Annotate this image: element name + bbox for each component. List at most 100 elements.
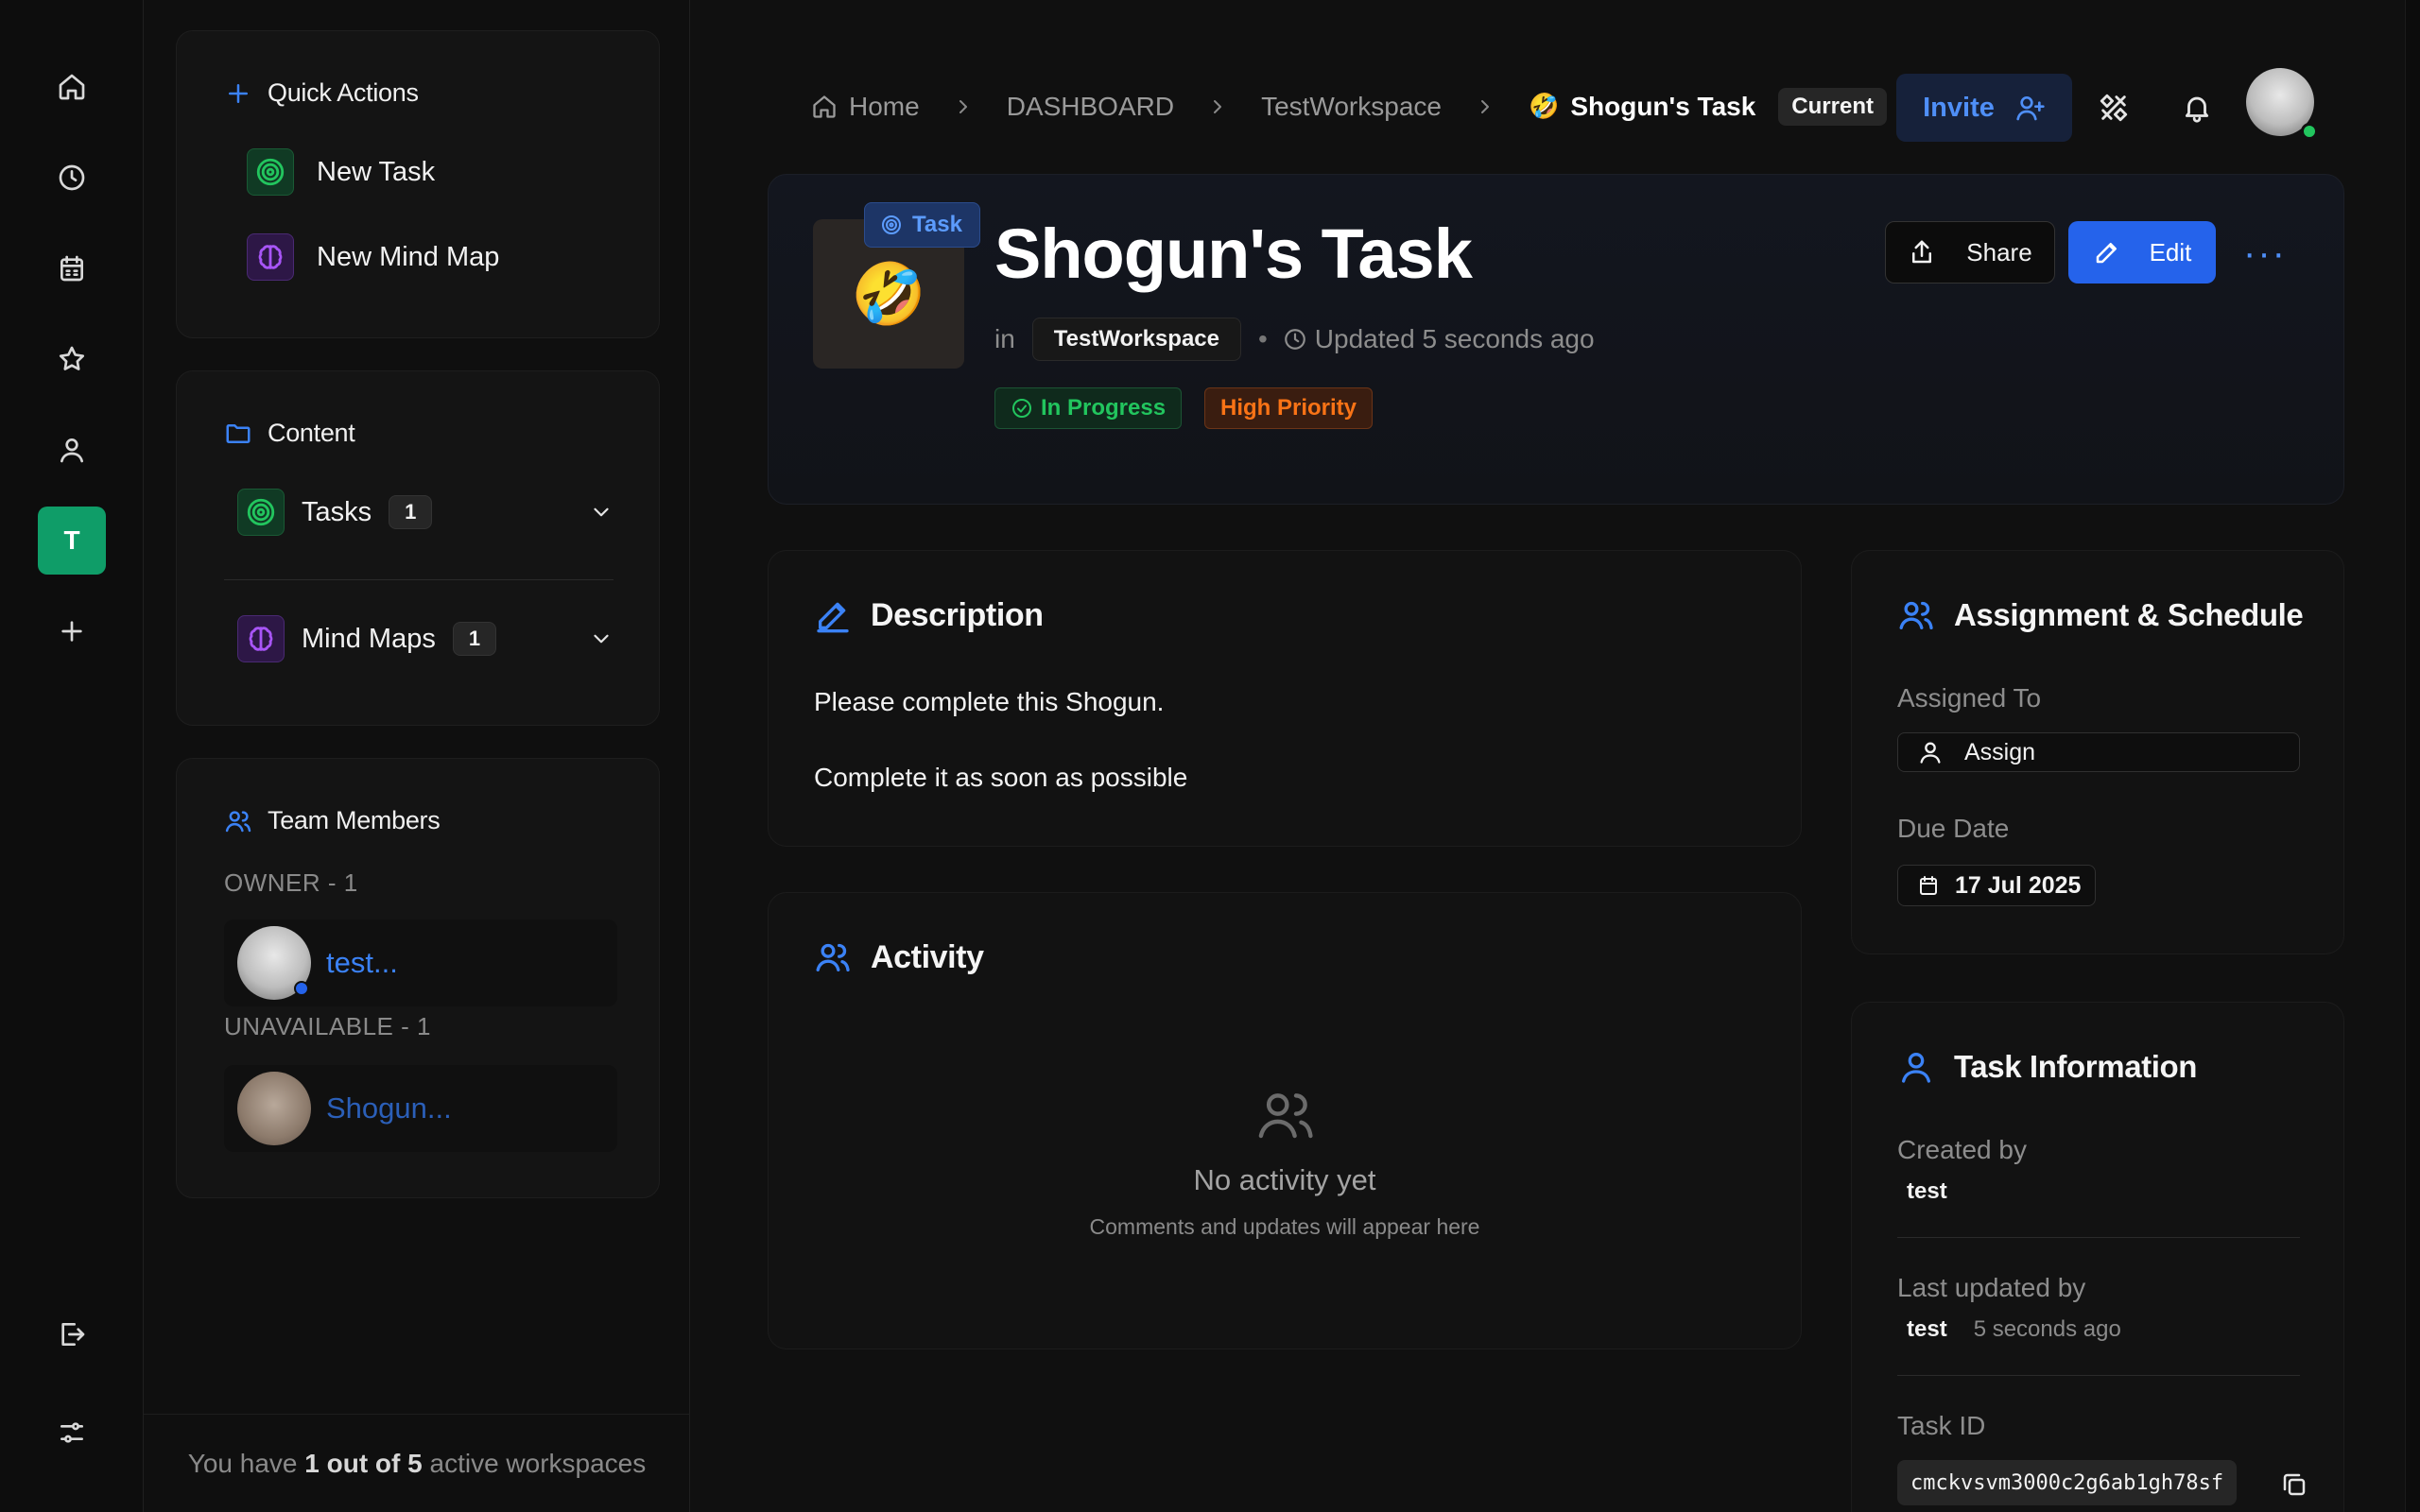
user-icon: [60, 438, 83, 463]
more-options-button[interactable]: ···: [2237, 232, 2293, 274]
updated-text: Updated 5 seconds ago: [1314, 324, 1595, 353]
activity-panel: Activity No activity yet Comments and up…: [768, 892, 1802, 1349]
empty-state-title: No activity yet: [1193, 1163, 1376, 1196]
assigned-to-label: Assigned To: [1897, 683, 2042, 713]
meta-separator: •: [1257, 324, 1268, 353]
assign-button[interactable]: Assign: [1897, 732, 2300, 772]
mindmaps-group-toggle[interactable]: Mind Maps 1: [237, 615, 614, 662]
description-line-1: Please complete this Shogun.: [814, 687, 1165, 716]
target-icon: [882, 215, 901, 234]
new-task-button[interactable]: New Task: [247, 148, 435, 196]
pencil-icon: [2096, 243, 2117, 264]
users-empty-icon: [1258, 1093, 1313, 1139]
breadcrumb-current: 🤣 Shogun's Task Current: [1529, 88, 1887, 126]
calendar-icon: [1920, 876, 1937, 895]
workspace-link[interactable]: TestWorkspace: [1031, 318, 1241, 361]
user-plus-icon: [2016, 96, 2045, 121]
last-updated-row: test 5 seconds ago: [1907, 1316, 2121, 1343]
home-icon: [59, 74, 85, 100]
chevron-right-icon: [959, 100, 967, 113]
tools-button[interactable]: [2087, 81, 2140, 134]
member-row-owner[interactable]: test...: [224, 919, 617, 1006]
icon-rail: T: [0, 0, 144, 1512]
assignment-panel: Assignment & Schedule Assigned To Assign…: [1851, 550, 2344, 954]
breadcrumb: Home DASHBOARD TestWorkspace 🤣 Shogun's …: [785, 66, 1887, 147]
home-icon: [813, 95, 836, 118]
unavailable-group-label: UNAVAILABLE - 1: [224, 1012, 431, 1040]
edit-button[interactable]: Edit: [2068, 221, 2216, 284]
created-by-label: Created by: [1897, 1135, 2027, 1164]
home-nav-button[interactable]: [38, 53, 106, 121]
last-updated-by: test: [1907, 1316, 1947, 1342]
user-icon: [1902, 1053, 1930, 1083]
check-circle-icon: [1012, 399, 1031, 418]
breadcrumb-workspace-label: TestWorkspace: [1261, 92, 1442, 121]
notifications-button[interactable]: [2170, 81, 2223, 134]
description-header: Description: [814, 596, 1044, 634]
breadcrumb-home-label: Home: [849, 92, 920, 121]
quick-actions-card: Quick Actions New Task New Mind Map: [176, 30, 660, 338]
due-date-label: Due Date: [1897, 814, 2010, 843]
workspace-badge[interactable]: T: [38, 507, 106, 575]
activity-header: Activity: [814, 938, 984, 976]
owner-group-label: OWNER - 1: [224, 868, 358, 897]
task-type-label: Task: [912, 212, 962, 237]
page-title: Shogun's Task: [994, 215, 1473, 293]
invite-button[interactable]: Invite: [1896, 74, 2072, 142]
status-badge[interactable]: In Progress: [994, 387, 1183, 429]
profile-nav-button[interactable]: [38, 416, 106, 484]
recent-nav-button[interactable]: [38, 144, 106, 212]
brain-icon: [247, 233, 294, 281]
avatar: [237, 1072, 311, 1145]
more-icon: ···: [2243, 232, 2287, 274]
chevron-right-icon: [1480, 100, 1489, 113]
member-row-unavailable[interactable]: Shogun...: [224, 1065, 617, 1152]
plus-icon: [229, 83, 248, 103]
in-label: in: [994, 324, 1015, 353]
bell-icon: [2185, 96, 2209, 123]
breadcrumb-home[interactable]: Home: [811, 92, 920, 122]
copy-id-button[interactable]: [2275, 1466, 2313, 1503]
task-id-value: cmckvsvm3000c2g6ab1gh78sf: [1897, 1460, 2238, 1505]
assignment-title: Assignment & Schedule: [1954, 597, 2304, 632]
settings-button[interactable]: [38, 1399, 106, 1467]
due-date-picker[interactable]: 17 Jul 2025: [1897, 865, 2096, 906]
task-id-label: Task ID: [1897, 1411, 1986, 1440]
description-panel: Description Please complete this Shogun.…: [768, 550, 1802, 847]
task-emoji-icon: 🤣: [1528, 93, 1560, 121]
chevron-right-icon: [1214, 100, 1222, 113]
users-icon: [1899, 601, 1933, 629]
task-info-panel: Task Information Created by test Last up…: [1851, 1002, 2344, 1512]
brain-icon: [237, 615, 285, 662]
workspace-initial: T: [63, 525, 80, 555]
chevron-down-icon: [594, 634, 609, 644]
info-divider: [1897, 1237, 2300, 1238]
logout-button[interactable]: [38, 1300, 106, 1368]
tasks-group-toggle[interactable]: Tasks 1: [237, 489, 614, 536]
task-type-tag: Task: [864, 202, 980, 248]
share-button[interactable]: Share: [1885, 221, 2055, 284]
breadcrumb-dashboard[interactable]: DASHBOARD: [1007, 92, 1174, 122]
edit-label: Edit: [2149, 237, 2192, 266]
new-mind-map-button[interactable]: New Mind Map: [247, 233, 499, 281]
user-avatar-button[interactable]: [2246, 68, 2318, 140]
last-updated-label: Last updated by: [1897, 1273, 2086, 1302]
scrollbar[interactable]: [2405, 0, 2420, 1512]
breadcrumb-workspace[interactable]: TestWorkspace: [1261, 92, 1442, 122]
share-icon: [1912, 240, 1932, 264]
priority-badge[interactable]: High Priority: [1204, 387, 1374, 429]
content-header: Content: [224, 419, 355, 448]
due-date-value: 17 Jul 2025: [1955, 871, 2082, 899]
workspace-usage-text: You have 1 out of 5 active workspaces: [144, 1414, 690, 1512]
avatar: [237, 926, 311, 1000]
users-icon: [816, 943, 850, 971]
target-icon: [237, 489, 285, 536]
assignment-header: Assignment & Schedule: [1897, 596, 2304, 634]
favorites-nav-button[interactable]: [38, 325, 106, 393]
calendar-nav-button[interactable]: [38, 234, 106, 302]
info-divider: [1897, 1375, 2300, 1376]
logout-icon: [61, 1323, 85, 1346]
add-workspace-button[interactable]: [38, 597, 106, 665]
user-icon: [1920, 742, 1941, 764]
activity-title: Activity: [871, 938, 984, 975]
